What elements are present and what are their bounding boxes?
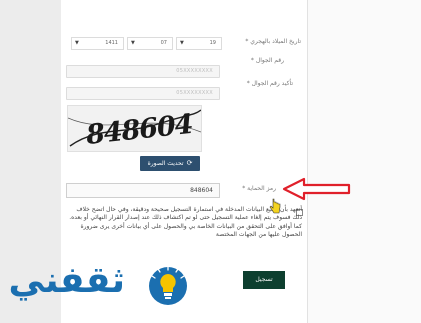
month-value: 07 [160, 40, 167, 46]
captcha-image: 848604 [67, 105, 202, 152]
captcha-label: رمز الحماية * [242, 185, 276, 192]
register-button[interactable]: تسجيل [243, 271, 285, 289]
lightbulb-icon [149, 265, 187, 305]
birth-date-selects: ▼ 19 ▼ 07 ▼ 1411 [71, 37, 227, 50]
day-select[interactable]: ▼ 19 [176, 37, 222, 50]
refresh-button-label: تحديث الصورة [147, 160, 184, 167]
year-value: 1411 [105, 40, 118, 46]
mobile-label: رقم الجوال * [250, 57, 284, 64]
captcha-graphic: 848604 [68, 109, 201, 151]
year-select[interactable]: ▼ 1411 [71, 37, 124, 50]
month-select[interactable]: ▼ 07 [127, 37, 173, 50]
caret-down-icon: ▼ [75, 40, 79, 46]
terms-text: أتعهد بأن جميع البيانات المدخلة في استما… [69, 206, 302, 238]
refresh-captcha-button[interactable]: ⟳تحديث الصورة [140, 156, 200, 171]
birth-date-label: تاريخ الميلاد بالهجري * [245, 38, 301, 45]
mobile-input[interactable]: 05XXXXXXXX [66, 65, 220, 78]
logo-text: ثقفني [8, 260, 125, 301]
day-value: 19 [209, 40, 216, 46]
right-background [307, 0, 421, 323]
captcha-input[interactable]: 848604 [66, 183, 220, 198]
caret-down-icon: ▼ [180, 40, 184, 46]
mobile-confirm-label: تأكيد رقم الجوال * [246, 80, 293, 87]
mouse-cursor-icon [269, 198, 281, 214]
annotation-arrow-icon [282, 177, 351, 201]
refresh-icon: ⟳ [186, 159, 193, 167]
mobile-confirm-input[interactable]: 05XXXXXXXX [66, 87, 220, 100]
captcha-text: 848604 [84, 109, 195, 151]
caret-down-icon: ▼ [131, 40, 135, 46]
